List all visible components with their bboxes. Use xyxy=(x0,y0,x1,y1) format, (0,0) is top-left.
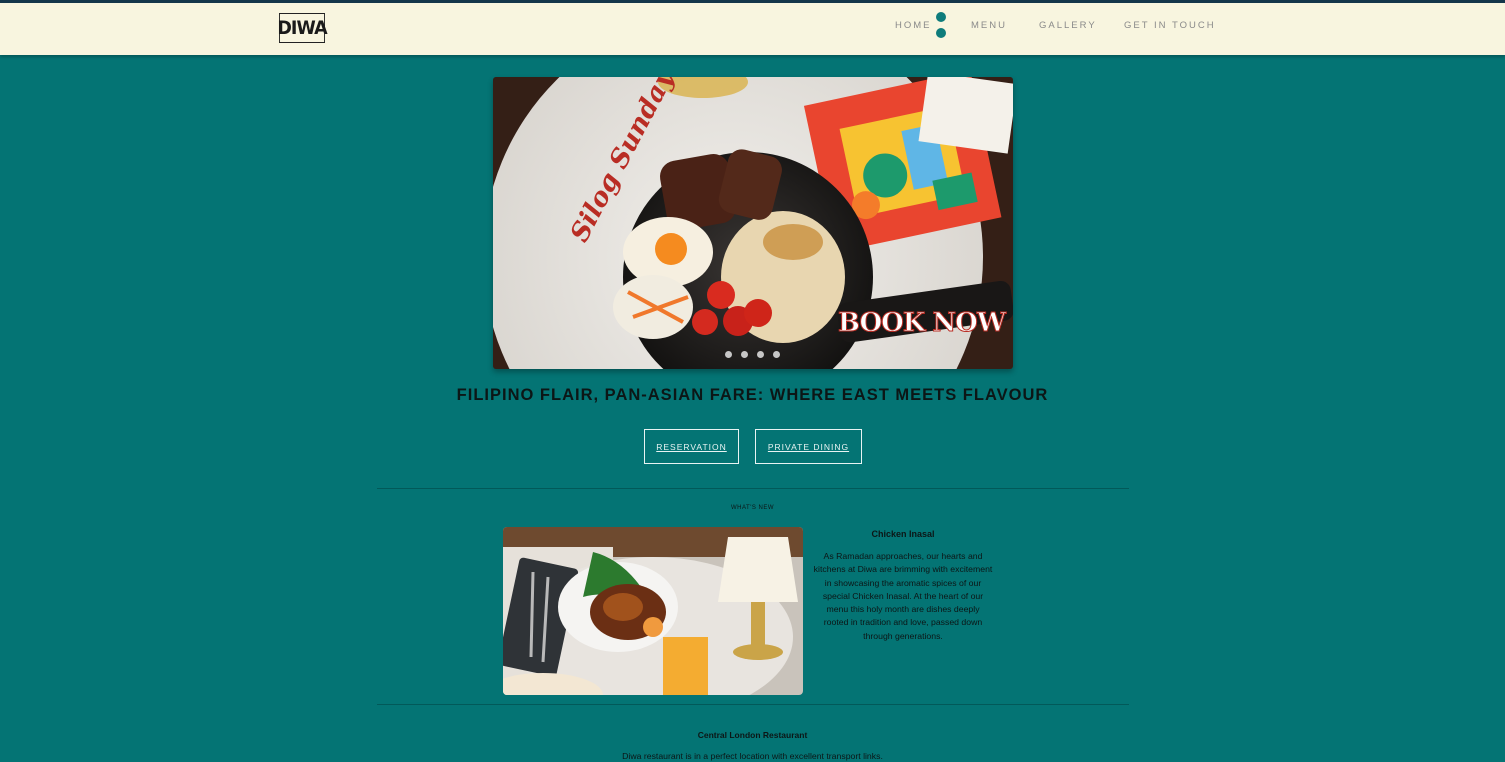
nav-indicator-icon xyxy=(936,12,946,38)
page-headline: FILIPINO FLAIR, PAN-ASIAN FARE: WHERE EA… xyxy=(456,386,1049,404)
divider xyxy=(377,488,1129,489)
news-title: Chicken Inasal xyxy=(871,529,935,539)
private-dining-button[interactable]: PRIVATE DINING xyxy=(755,429,862,464)
header-bar: DIWA HOME MENU GALLERY GET IN TOUCH xyxy=(0,0,1505,55)
news-image[interactable] xyxy=(503,527,803,695)
location-title: Central London Restaurant xyxy=(697,730,808,740)
news-body: As Ramadan approaches, our hearts and ki… xyxy=(813,551,993,641)
carousel-dot[interactable] xyxy=(773,351,780,358)
location-body: Diwa restaurant is in a perfect location… xyxy=(622,751,883,761)
carousel-dot[interactable] xyxy=(741,351,748,358)
chicken-inasal-image xyxy=(503,527,803,695)
section-label: WHAT'S NEW xyxy=(730,505,775,511)
nav-home[interactable]: HOME xyxy=(895,20,932,31)
nav-menu[interactable]: MENU xyxy=(971,20,1007,31)
reservation-button[interactable]: RESERVATION xyxy=(644,429,739,464)
divider xyxy=(377,704,1129,705)
nav-gallery[interactable]: GALLERY xyxy=(1039,20,1097,31)
carousel-dot[interactable] xyxy=(757,351,764,358)
main-nav: HOME MENU GALLERY GET IN TOUCH xyxy=(0,20,1505,36)
hero-image: Silog Sunday BOOK NOW xyxy=(493,77,1013,369)
carousel-dot[interactable] xyxy=(725,351,732,358)
hero-carousel[interactable]: Silog Sunday BOOK NOW xyxy=(493,77,1013,369)
nav-get-in-touch[interactable]: GET IN TOUCH xyxy=(1124,20,1216,31)
banner-cta-text: BOOK NOW xyxy=(838,308,1007,338)
